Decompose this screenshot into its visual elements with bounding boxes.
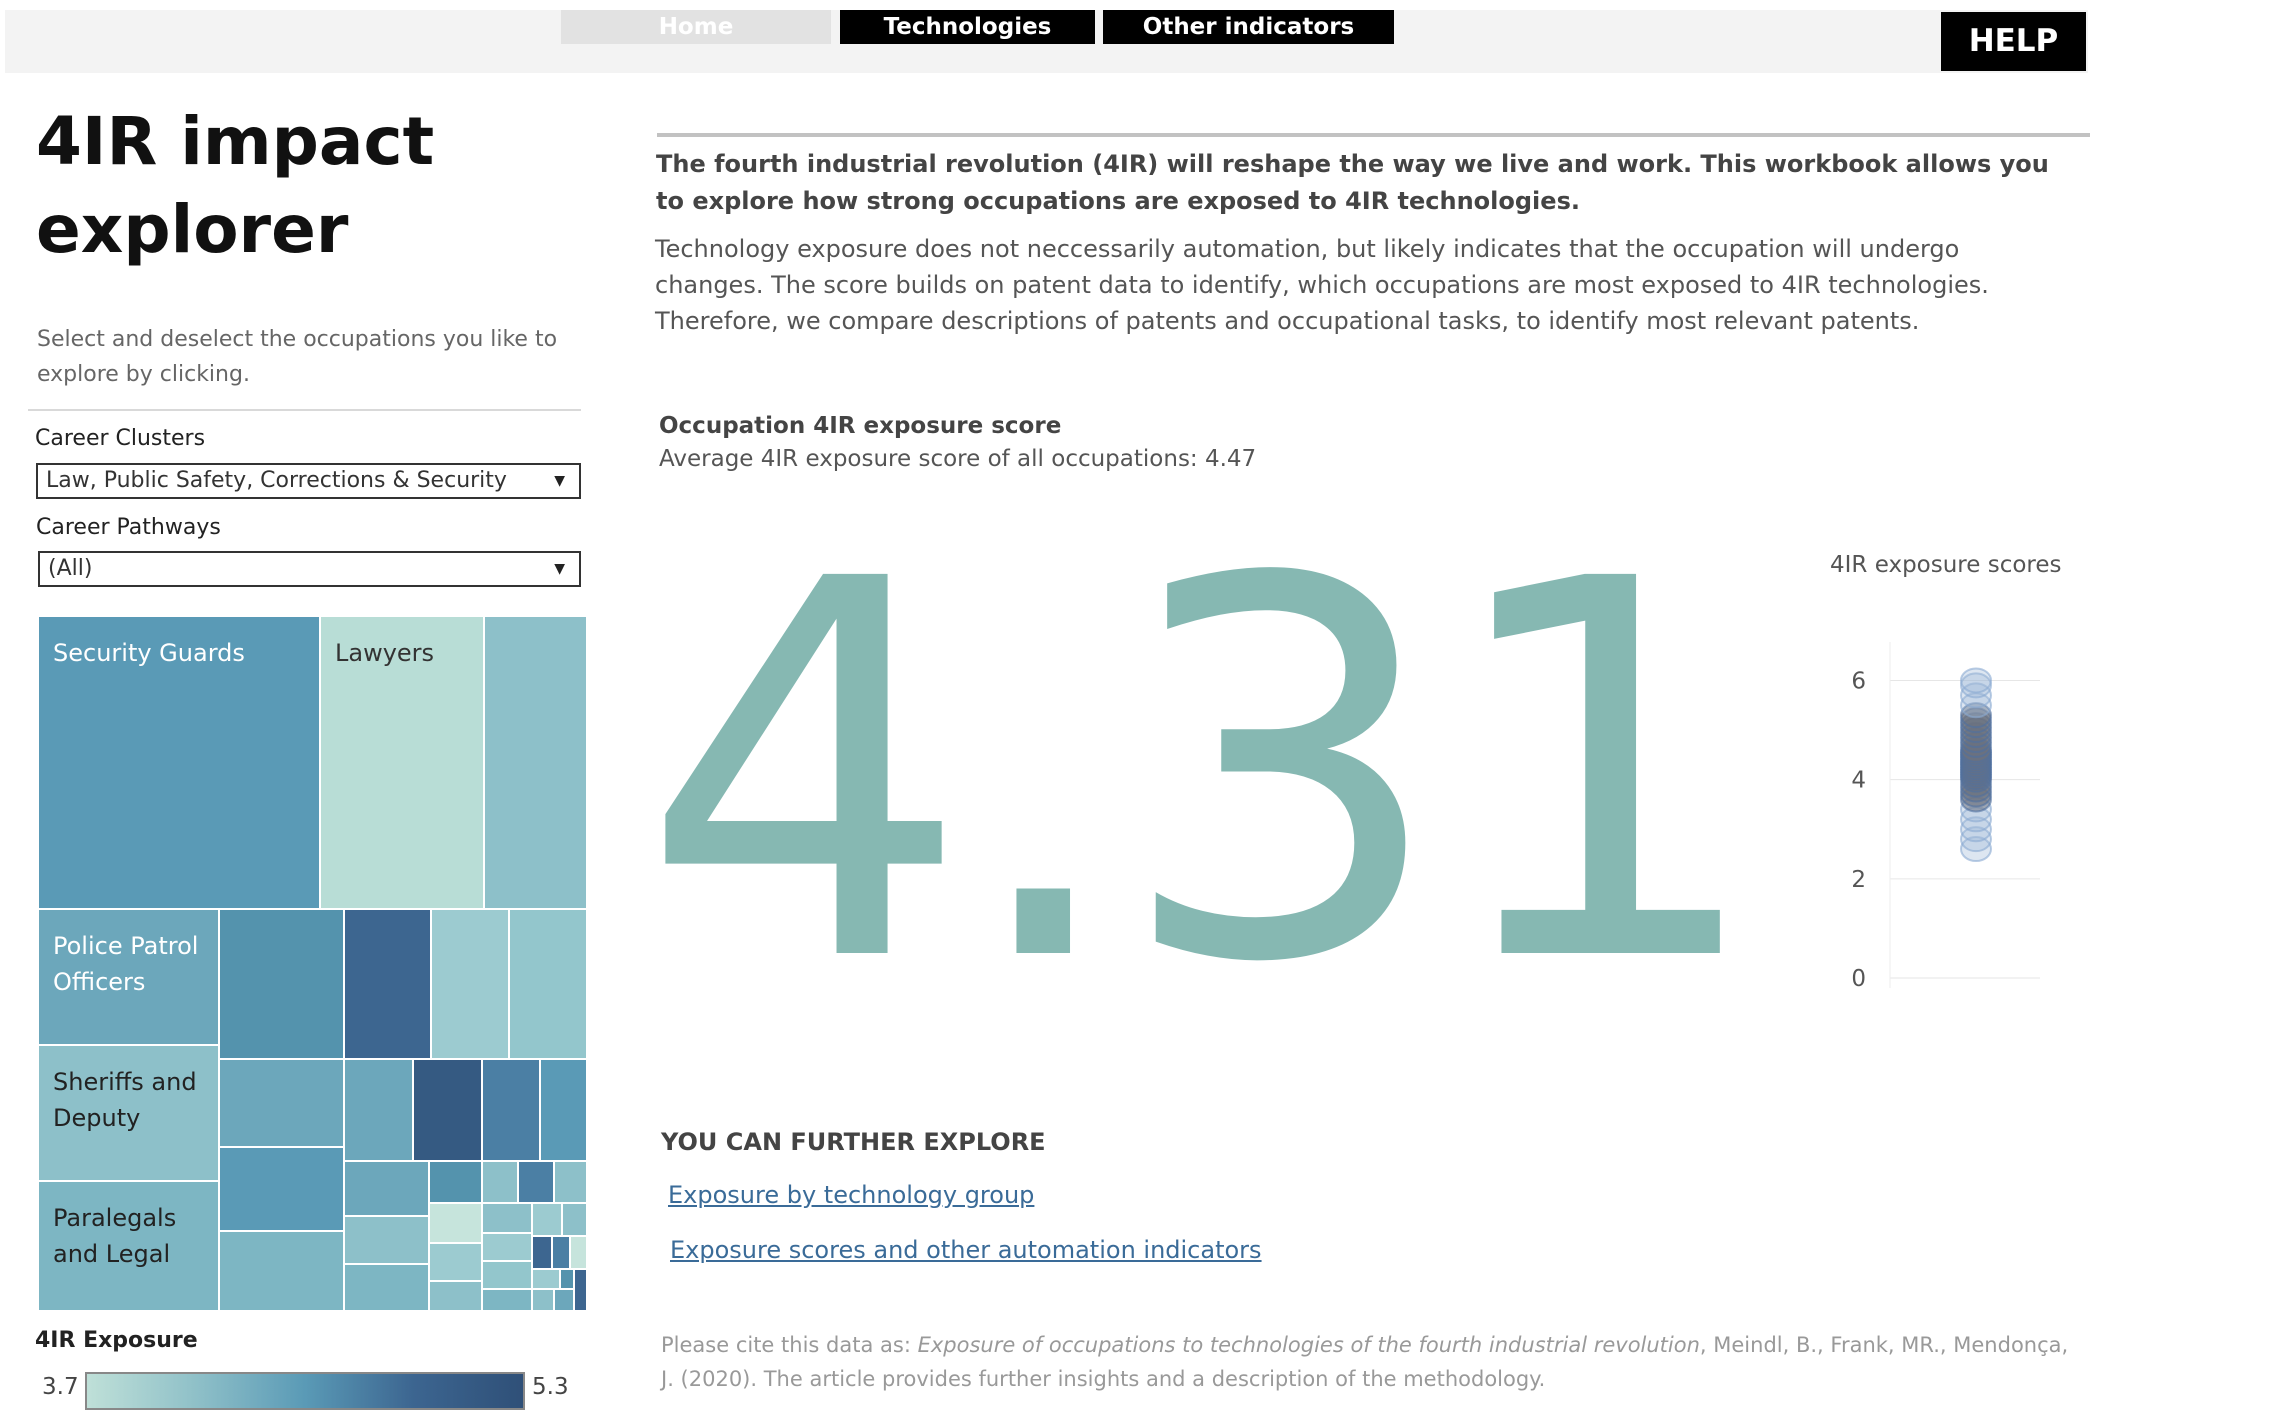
career-clusters-label: Career Clusters [35,426,206,451]
treemap-tile[interactable] [482,1233,532,1261]
treemap-tile[interactable] [482,1203,532,1233]
treemap-tile-police-patrol-officers[interactable]: Police Patrol Officers [38,909,219,1045]
score-average: Average 4IR exposure score of all occupa… [659,446,1257,472]
intro-body: Technology exposure does not neccessaril… [655,235,1989,335]
chart-y-tick-label: 4 [1851,768,1866,794]
link-exposure-by-technology-group[interactable]: Exposure by technology group [668,1181,1034,1209]
treemap-tile[interactable] [344,909,431,1059]
treemap-tile[interactable] [518,1161,554,1203]
treemap-label: Paralegals and Legal [53,1204,177,1268]
chart-y-tick-label: 2 [1851,867,1866,893]
chart-y-tick-label: 0 [1851,966,1866,992]
citation-text: Please cite this data as: Exposure of oc… [661,1328,2081,1396]
help-button[interactable]: HELP [1941,12,2086,71]
caret-down-icon: ▼ [554,561,565,577]
treemap-tile[interactable] [532,1269,560,1289]
explore-title: YOU CAN FURTHER EXPLORE [661,1128,1046,1156]
treemap-tile[interactable] [344,1161,429,1216]
treemap-tile[interactable] [570,1236,587,1269]
legend-max-value: 5.3 [532,1374,569,1400]
treemap-tile[interactable] [482,1289,532,1311]
treemap-tile[interactable] [552,1236,570,1269]
treemap-tile[interactable] [532,1289,554,1311]
career-clusters-value: Law, Public Safety, Corrections & Securi… [46,468,507,493]
treemap-tile[interactable] [554,1161,587,1203]
treemap-tile[interactable] [344,1216,429,1264]
treemap-tile-sheriffs-and-deputy[interactable]: Sheriffs and Deputy [38,1045,219,1181]
career-clusters-dropdown[interactable]: Law, Public Safety, Corrections & Securi… [36,463,581,499]
score-title: Occupation 4IR exposure score [659,413,1062,439]
treemap-tile-security-guards[interactable]: Security Guards [38,616,320,909]
treemap-tile[interactable] [574,1269,587,1311]
legend-title: 4IR Exposure [35,1328,198,1353]
citation-title: Exposure of occupations to technologies … [917,1333,1700,1357]
treemap-tile[interactable] [482,1059,540,1161]
treemap-tile-paralegals-and-legal[interactable]: Paralegals and Legal [38,1181,219,1311]
treemap-tile[interactable] [429,1243,482,1281]
treemap-tile[interactable] [219,1147,344,1231]
treemap-tile[interactable] [560,1269,574,1289]
treemap-label: Lawyers [335,639,435,667]
treemap-tile[interactable] [344,1264,429,1311]
intro-heading: The fourth industrial revolution (4IR) w… [656,150,2049,215]
treemap-tile[interactable] [431,909,509,1059]
chart-title: 4IR exposure scores [1830,552,2062,578]
treemap-tile[interactable] [554,1289,574,1311]
treemap-tile[interactable] [219,909,344,1059]
treemap-tile[interactable] [219,1059,344,1147]
page-subtitle: Select and deselect the occupations you … [37,327,558,387]
page-title-line2: explorer [36,191,349,268]
exposure-score-value: 4.31 [640,470,1768,1076]
treemap-tile[interactable] [413,1059,482,1161]
treemap-tile[interactable] [532,1236,552,1269]
treemap-label: Police Patrol Officers [53,932,199,996]
caret-down-icon: ▼ [554,473,565,489]
occupation-treemap: Security Guards Lawyers Police Patrol Of… [38,616,587,1311]
treemap-tile[interactable] [429,1203,482,1243]
treemap-tile[interactable] [532,1203,562,1236]
treemap-tile[interactable] [509,909,587,1059]
legend-color-bar [85,1372,525,1410]
treemap-tile[interactable] [482,1261,532,1289]
chart-y-tick-label: 6 [1851,668,1866,694]
treemap-tile[interactable] [429,1161,482,1203]
page-title-line1: 4IR impact [36,103,435,180]
treemap-tile[interactable] [482,1161,518,1203]
page-title: 4IR impact explorer [36,98,596,274]
treemap-tile[interactable] [484,616,587,909]
treemap-tile[interactable] [562,1203,587,1236]
treemap-tile[interactable] [344,1059,413,1161]
left-divider [28,409,581,411]
citation-prefix: Please cite this data as: [661,1333,918,1357]
nav-technologies-button[interactable]: Technologies [840,10,1095,44]
treemap-tile[interactable] [429,1281,482,1311]
treemap-tile[interactable] [540,1059,587,1161]
exposure-scores-chart: 0 2 4 6 [1851,642,2040,992]
career-pathways-value: (All) [48,556,93,581]
career-pathways-dropdown[interactable]: (All) ▼ [38,551,581,587]
treemap-tile-lawyers[interactable]: Lawyers [320,616,484,909]
treemap-label: Security Guards [53,639,245,667]
treemap-tile[interactable] [219,1231,344,1311]
right-divider [657,133,2090,137]
legend-min-value: 3.7 [42,1374,79,1400]
treemap-label: Sheriffs and Deputy [53,1068,197,1132]
nav-other-indicators-button[interactable]: Other indicators [1103,10,1394,44]
career-pathways-label: Career Pathways [36,515,221,540]
chart-point[interactable] [1960,667,1992,694]
nav-home-button[interactable]: Home [561,10,831,44]
link-exposure-scores-other-indicators[interactable]: Exposure scores and other automation ind… [670,1236,1262,1264]
